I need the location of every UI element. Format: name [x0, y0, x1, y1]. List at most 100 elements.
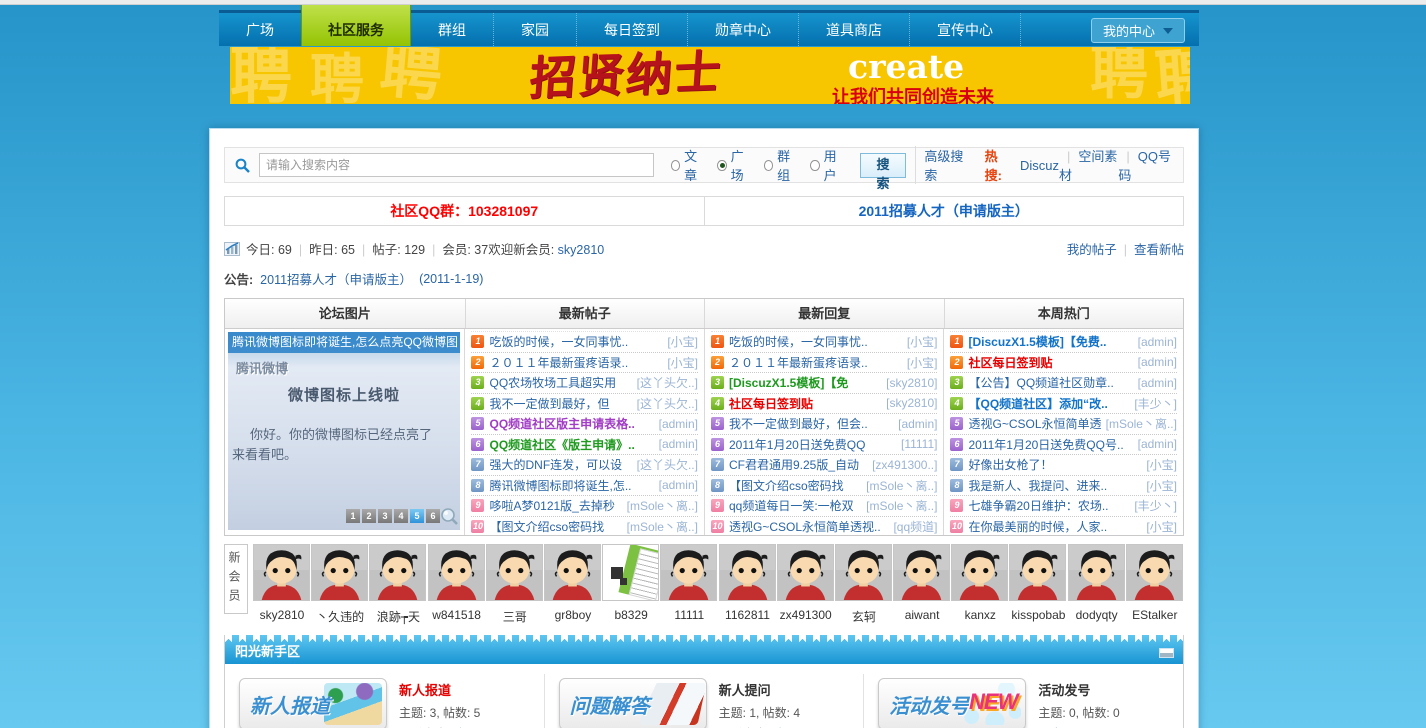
search-scope-radio[interactable]: 广场: [717, 146, 751, 184]
reply-author[interactable]: [11111]: [901, 437, 937, 451]
nav-tab[interactable]: 社区服务: [301, 5, 411, 46]
advanced-search-link[interactable]: 高级搜索: [915, 146, 969, 184]
reply-item[interactable]: 10 透视G~CSOL永恒简单透视.. [qq频道]: [710, 517, 937, 536]
forum-title-link[interactable]: 新人报道: [399, 680, 511, 699]
new-member-link[interactable]: sky2810: [558, 243, 605, 257]
hot-author[interactable]: [admin]: [1138, 376, 1177, 390]
slide-title[interactable]: 腾讯微博图标即将诞生,怎么点亮QQ微博图: [228, 332, 460, 353]
member-avatar[interactable]: [776, 544, 834, 601]
forum-icon-button[interactable]: 问题解答: [558, 678, 707, 728]
stats-link[interactable]: 我的帖子: [1067, 243, 1117, 257]
nav-tab[interactable]: 勋章中心: [687, 13, 798, 46]
slide-page-button[interactable]: 1: [346, 509, 360, 523]
reply-author[interactable]: [admin]: [898, 417, 937, 431]
member-avatar[interactable]: [369, 544, 427, 601]
reply-item[interactable]: 8 【图文介绍cso密码找 [mSole丶离..]: [710, 476, 938, 496]
reply-item[interactable]: 4 社区每日签到贴 [sky2810]: [710, 394, 938, 414]
hot-search-link[interactable]: 空间素材: [1059, 146, 1118, 184]
reply-item[interactable]: 3 [DiscuzX1.5模板]【免 [sky2810]: [710, 373, 938, 394]
qq-group-number[interactable]: 社区QQ群：103281097: [225, 197, 704, 225]
slide-page-button[interactable]: 5: [410, 509, 424, 523]
search-scope-radio[interactable]: 文章: [670, 146, 705, 184]
member-name[interactable]: b8329: [602, 608, 660, 622]
member-avatar[interactable]: [602, 544, 660, 601]
reply-author[interactable]: [sky2810]: [886, 396, 937, 410]
post-item[interactable]: 3 QQ农场牧场工具超实用 [这丫头欠..]: [471, 373, 698, 394]
post-author[interactable]: [小宝]: [667, 354, 698, 371]
post-author[interactable]: [这丫头欠..]: [637, 456, 698, 473]
post-item[interactable]: 6 QQ频道社区《版主申请》.. [admin]: [471, 435, 698, 455]
radio-icon[interactable]: [810, 159, 820, 171]
post-item[interactable]: 4 我不一定做到最好，但 [这丫头欠..]: [471, 394, 698, 414]
member-avatar[interactable]: [660, 544, 718, 601]
nav-tab[interactable]: 每日签到: [576, 13, 687, 46]
hot-author[interactable]: [admin]: [1138, 335, 1177, 349]
slide-page-button[interactable]: 2: [362, 509, 376, 523]
member-name[interactable]: kanxz: [951, 608, 1009, 622]
member-name[interactable]: kisspobab: [1009, 608, 1067, 622]
hot-search-link[interactable]: QQ号码: [1118, 146, 1173, 184]
hot-item[interactable]: 6 2011年1月20日送免费QQ号.. [admin]: [950, 435, 1177, 455]
reply-author[interactable]: [小宝]: [907, 333, 938, 350]
post-author[interactable]: [admin]: [659, 478, 698, 492]
hot-author[interactable]: [丰少丶]: [1134, 497, 1177, 514]
slide-page-button[interactable]: 6: [426, 509, 440, 523]
radio-icon[interactable]: [763, 159, 774, 171]
radio-icon[interactable]: [670, 159, 681, 171]
member-avatar[interactable]: [253, 544, 310, 601]
member-name[interactable]: aiwant: [893, 608, 951, 622]
reply-item[interactable]: 2 ２０１１年最新蛋疼语录.. [小宝]: [710, 353, 938, 373]
reply-author[interactable]: [小宝]: [907, 354, 938, 371]
reply-author[interactable]: [sky2810]: [886, 376, 937, 390]
slide-page-button[interactable]: 4: [394, 509, 408, 523]
post-item[interactable]: 9 哆啦A梦0121版_去掉秒 [mSole丶离..]: [471, 496, 698, 517]
hot-item[interactable]: 8 我是新人、我提问、进来.. [小宝]: [950, 476, 1177, 496]
reply-item[interactable]: 7 CF君君通用9.25版_自动 [zx491300..]: [710, 455, 938, 476]
reply-item[interactable]: 9 qq频道每日一笑:一枪双 [mSole丶离..]: [710, 496, 938, 517]
hot-author[interactable]: [丰少丶]: [1134, 395, 1177, 412]
my-center-dropdown[interactable]: 我的中心: [1091, 18, 1185, 43]
hot-item[interactable]: 5 透视G~CSOL永恒简单透 [mSole丶离..]: [950, 414, 1177, 435]
hot-item[interactable]: 7 好像出女枪了！ [小宝]: [950, 455, 1177, 476]
post-author[interactable]: [这丫头欠..]: [637, 374, 698, 391]
reply-item[interactable]: 1 吃饭的时候，一女同事忧.. [小宝]: [710, 331, 938, 353]
nav-tab[interactable]: 道具商店: [798, 13, 909, 46]
hot-item[interactable]: 3 【公告】QQ频道社区勋章.. [admin]: [950, 373, 1177, 394]
nav-tab[interactable]: 群组: [411, 13, 493, 46]
zoom-magnifier-icon[interactable]: [439, 507, 459, 527]
nav-tab[interactable]: 家园: [493, 13, 576, 46]
post-item[interactable]: 8 腾讯微博图标即将诞生,怎.. [admin]: [471, 476, 698, 496]
hot-item[interactable]: 2 社区每日签到贴 [admin]: [950, 353, 1177, 373]
member-avatar[interactable]: [1009, 544, 1067, 601]
member-avatar[interactable]: [893, 544, 951, 601]
hot-author[interactable]: [admin]: [1138, 355, 1177, 369]
member-avatar[interactable]: [1067, 544, 1125, 601]
member-name[interactable]: zx491300: [777, 608, 835, 622]
search-scope-radio[interactable]: 用户: [810, 146, 844, 184]
member-name[interactable]: sky2810: [253, 608, 311, 622]
post-author[interactable]: [mSole丶离..]: [627, 518, 698, 535]
reply-author[interactable]: [qq频道]: [893, 518, 937, 535]
member-name[interactable]: w841518: [428, 608, 486, 622]
post-item[interactable]: 10 【图文介绍cso密码找 [mSole丶离..]: [471, 517, 698, 536]
member-name[interactable]: gr8boy: [544, 608, 602, 622]
reply-item[interactable]: 6 2011年1月20日送免费QQ [11111]: [710, 435, 938, 455]
reply-item[interactable]: 5 我不一定做到最好，但会.. [admin]: [710, 414, 938, 435]
member-avatar[interactable]: [951, 544, 1009, 601]
member-avatar[interactable]: [543, 544, 601, 601]
member-name[interactable]: 玄轲: [835, 608, 893, 625]
member-name[interactable]: dodyqty: [1068, 608, 1126, 622]
hot-item[interactable]: 9 七雄争霸20日维护：农场.. [丰少丶]: [950, 496, 1177, 517]
forum-title-link[interactable]: 活动发号: [1038, 680, 1119, 699]
search-button[interactable]: 搜索: [859, 152, 907, 191]
radio-icon[interactable]: [717, 159, 727, 171]
nav-tab[interactable]: 宣传中心: [909, 13, 1021, 46]
post-author[interactable]: [小宝]: [667, 333, 698, 350]
hot-author[interactable]: [mSole丶离..]: [1106, 415, 1177, 432]
member-avatar[interactable]: [427, 544, 485, 601]
recruit-link[interactable]: 2011招募人才（申请版主）: [703, 197, 1184, 225]
member-avatar[interactable]: [485, 544, 543, 601]
post-author[interactable]: [admin]: [659, 417, 698, 431]
post-author[interactable]: [mSole丶离..]: [627, 497, 698, 514]
member-name[interactable]: EStalker: [1126, 608, 1184, 622]
